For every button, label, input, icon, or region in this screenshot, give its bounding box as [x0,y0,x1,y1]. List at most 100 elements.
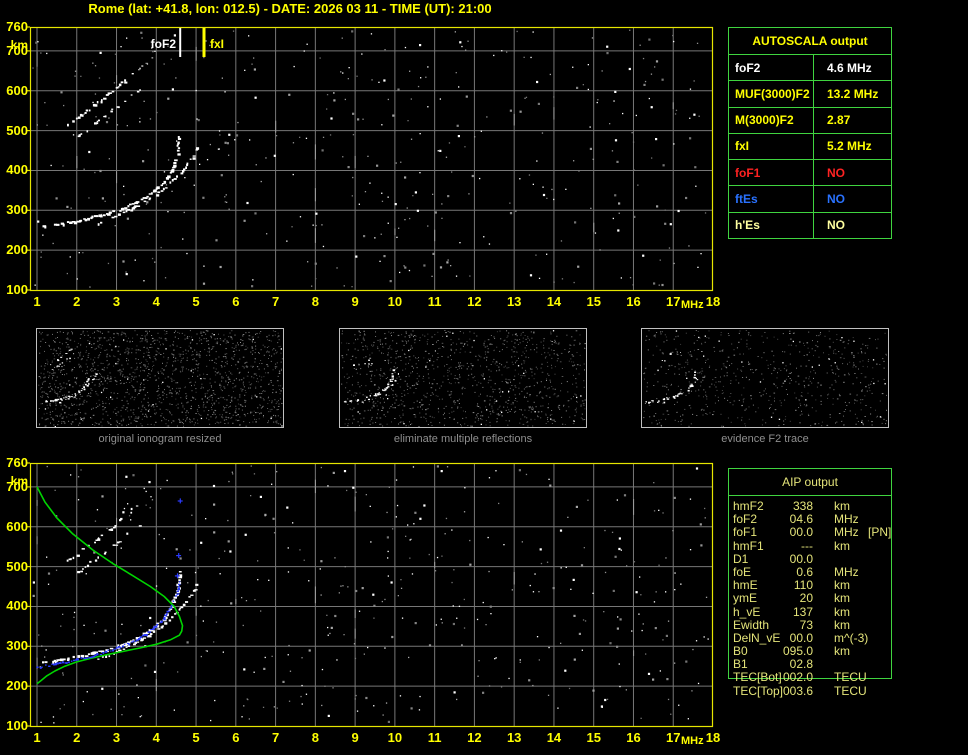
aip-param-value: 002.0 [783,670,814,685]
x-tick-label: 14 [546,294,562,309]
y-tick-label: 200 [6,678,28,694]
x-tick-label: 4 [152,730,160,745]
y-tick-label: 500 [6,558,28,574]
autoscala-screen: Rome (lat: +41.8, lon: 012.5) - DATE: 20… [0,0,968,755]
panel-label-original: original ionogram resized [98,433,222,445]
page-title: Rome (lat: +41.8, lon: 012.5) - DATE: 20… [88,1,492,16]
y-tick-label: 500 [6,122,28,138]
autoscala-param-label: fxI [735,139,750,154]
x-tick-label: 1 [33,730,41,745]
y-tick-label: 600 [6,82,28,98]
aip-param-label: h_vE [733,604,761,619]
x-tick-label: 15 [586,730,601,745]
autoscala-param-label: foF1 [735,165,761,180]
y-tick-label: 200 [6,242,28,258]
aip-row-delnve: DelN_vE 00.0 m^(-3) [728,631,928,645]
autoscala-param-value: 13.2 MHz [813,81,891,107]
aip-row-tecbot: TEC[Bot] 002.0 TECU [728,671,928,684]
x-tick-label: 10 [387,730,403,745]
aip-param-label: TEC[Bot] [733,670,782,685]
aip-row-foe: foE 0.6 MHz [728,565,928,579]
aip-param-value: 20 [799,591,813,606]
aip-param-unit: km [834,617,850,632]
autoscala-param-value: NO [813,160,891,186]
autoscala-param-label: h'Es [735,218,760,233]
aip-param-value: --- [801,538,813,553]
fxI-marker-label: fxI [210,37,225,51]
aip-param-unit: km [834,604,850,619]
aip-row-hmf1: hmF1 --- km [728,538,928,553]
x-tick-label: 7 [271,730,280,745]
aip-param-value: 003.6 [783,683,814,698]
panel-original-ionogram [36,328,284,428]
aip-rows: hmF2 338 km foF2 04.6 MHz foF1 00.0 MHz [PN] hmF1 -… [728,499,928,698]
x-tick-label: 16 [626,730,641,745]
y-tick-label: 600 [6,518,28,534]
aip-param-label: TEC[Top] [733,683,784,698]
aip-param-label: hmF1 [733,538,764,553]
x-tick-label: 12 [467,294,482,309]
autoscala-row-muf3000f2: MUF(3000)F2 13.2 MHz [729,81,891,108]
aip-param-unit: TECU [834,670,867,685]
x-axis-unit: MHz [681,735,704,747]
aip-box-title: AIP output [729,469,891,496]
aip-row-fof2: foF2 04.6 MHz [728,513,928,526]
autoscala-table-title: AUTOSCALA output [729,28,891,55]
x-tick-label: 10 [387,294,403,309]
aip-row-hme: hmE 110 km [728,579,928,592]
aip-param-unit: km [834,591,850,606]
x-tick-label: 5 [192,730,200,745]
x-tick-label: 15 [586,294,601,309]
x-tick-label: 2 [73,294,81,309]
autoscala-param-label: MUF(3000)F2 [735,86,810,101]
aip-param-unit: km [834,538,850,553]
aip-param-note: [PN] [868,525,892,540]
aip-param-unit: TECU [834,683,867,698]
foF2-marker-label: foF2 [150,37,176,51]
aip-row-hve: h_vE 137 km [728,604,928,619]
x-tick-label: 12 [467,730,482,745]
aip-row-ewidth: Ewidth 73 km [728,617,928,632]
x-tick-label: 3 [112,730,121,745]
x-tick-label: 9 [351,294,359,309]
x-tick-label: 6 [232,730,240,745]
x-tick-label: 13 [506,730,522,745]
x-tick-label: 8 [311,294,319,309]
aip-param-unit: MHz [834,525,859,540]
y-tick-label: 760 [6,455,28,470]
aip-param-value: 137 [792,604,813,619]
aip-param-value: 00.0 [789,551,813,566]
x-tick-label: 7 [271,294,280,309]
aip-param-label: ymE [733,591,757,606]
x-tick-label: 11 [427,294,442,309]
autoscala-param-label: ftEs [735,192,758,207]
aip-row-hmf2: hmF2 338 km [728,499,928,513]
ionogram-bottom-plot [26,462,714,728]
aip-row-tectop: TEC[Top] 003.6 TECU [728,683,928,698]
autoscala-row-fof1: foF1 NO [729,160,891,187]
x-tick-label: 2 [73,730,81,745]
aip-param-label: D1 [733,551,749,566]
panel-eliminate-reflections [339,328,587,428]
x-tick-label: 8 [311,730,319,745]
autoscala-row-ftes: ftEs NO [729,186,891,213]
autoscala-row-fof2: foF2 4.6 MHz [729,55,891,82]
aip-param-value: 73 [799,617,813,632]
aip-param-value: 00.0 [789,525,813,540]
autoscala-param-label: M(3000)F2 [735,113,794,128]
aip-row-b0: B0 095.0 km [728,644,928,658]
x-axis-unit: MHz [681,299,704,311]
autoscala-param-value: NO [813,186,891,212]
x-tick-label: 6 [232,294,240,309]
autoscala-param-value: NO [813,212,891,238]
y-tick-label: 400 [6,598,28,614]
aip-param-unit [834,553,866,566]
x-tick-label: 14 [546,730,562,745]
autoscala-param-label: foF2 [735,60,761,75]
panel-label-evidence: evidence F2 trace [721,433,809,445]
panel-evidence-f2-trace [641,328,889,428]
autoscala-row-fxi: fxI 5.2 MHz [729,133,891,161]
y-axis-unit: km [10,474,28,488]
x-tick-label: 13 [506,294,522,309]
autoscala-param-value: 4.6 MHz [813,55,891,81]
